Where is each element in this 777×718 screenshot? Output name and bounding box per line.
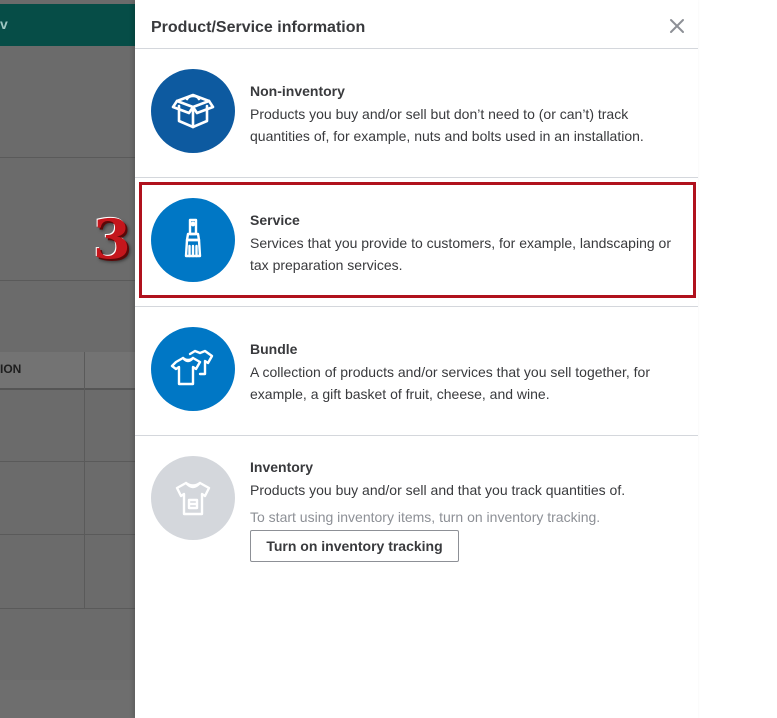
background-column-divider <box>84 352 85 608</box>
option-title: Non-inventory <box>250 83 345 99</box>
option-bundle[interactable]: Bundle A collection of products and/or s… <box>135 307 698 435</box>
turn-on-inventory-button[interactable]: Turn on inventory tracking <box>250 530 459 562</box>
box-icon <box>151 69 235 153</box>
background-row-divider <box>0 534 135 535</box>
background-footer <box>0 680 135 718</box>
option-non-inventory[interactable]: Non-inventory Products you buy and/or se… <box>135 49 698 177</box>
background-topbar: v <box>0 4 135 46</box>
background-divider <box>0 280 135 281</box>
background-row-divider <box>0 608 135 609</box>
close-icon <box>670 19 684 33</box>
product-service-panel: Product/Service information Non-inventor… <box>135 0 698 718</box>
option-inventory: Inventory Products you buy and/or sell a… <box>135 436 698 586</box>
close-button[interactable] <box>665 14 689 38</box>
option-description: Products you buy and/or sell but don’t n… <box>250 106 644 144</box>
option-title: Bundle <box>250 341 298 357</box>
option-hint: To start using inventory items, turn on … <box>250 509 601 525</box>
background-row-divider <box>0 461 135 462</box>
background-column-label: ION <box>0 362 22 376</box>
shirts-icon <box>151 327 235 411</box>
shirt-icon <box>151 456 235 540</box>
right-blank-area <box>698 0 777 718</box>
panel-header: Product/Service information <box>135 0 698 49</box>
background-divider <box>0 157 135 158</box>
background-app: v ION <box>0 0 135 718</box>
option-description: Products you buy and/or sell and that yo… <box>250 482 626 498</box>
service-highlight-box <box>139 182 696 298</box>
option-description: A collection of products and/or services… <box>250 364 650 402</box>
step-number: 3 <box>93 207 131 271</box>
panel-title: Product/Service information <box>151 19 366 36</box>
background-topbar-text: v <box>0 16 8 32</box>
option-title: Inventory <box>250 459 314 475</box>
